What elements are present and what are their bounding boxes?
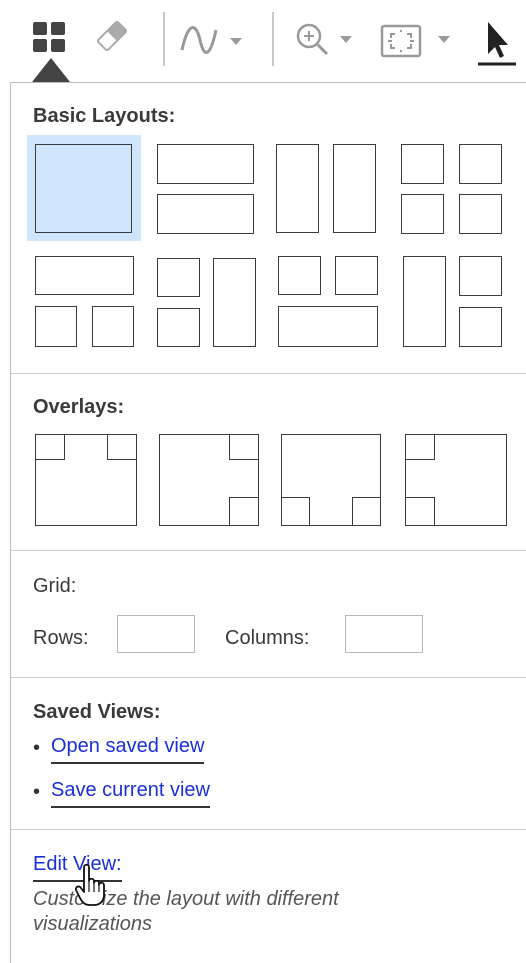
overlay-bottom-corners[interactable] [277,429,385,527]
list-bullet: • [33,737,41,759]
rows-label: Rows: [33,627,89,649]
overlay-inset [405,497,435,526]
fit-view-button[interactable] [378,14,458,66]
layout-top-two-bottom-wide[interactable] [273,251,385,353]
overlay-top-corners[interactable] [31,429,139,527]
section-divider [11,829,526,830]
section-divider [11,373,526,374]
waveform-button[interactable] [178,14,260,66]
eraser-button[interactable] [92,16,132,56]
layout-cell [35,256,134,295]
layout-cell [157,258,200,297]
select-arrow-icon [478,22,516,66]
columns-label: Columns: [225,627,310,649]
layout-cell [157,308,200,347]
layout-cell [333,144,376,233]
overlay-inset [229,434,259,460]
saved-views-heading: Saved Views: [33,701,161,723]
select-button[interactable] [476,16,518,66]
zoom-in-icon [296,23,329,56]
overlay-inset [35,434,65,460]
layout-cell [278,256,321,295]
layout-two-rows[interactable] [151,135,261,241]
layout-cell [403,256,446,347]
rows-input[interactable] [117,615,195,653]
eraser-icon [96,20,128,52]
chevron-down-icon [230,38,242,45]
section-divider [11,677,526,678]
layout-left-tall-right-two[interactable] [397,251,509,353]
overlay-inset [229,497,259,526]
layout-cell [35,144,132,233]
overlay-left-corners[interactable] [401,429,509,527]
layout-dropdown-panel: Basic Layouts: Overlays: Grid: Rows: Col… [10,82,526,963]
overlay-inset [405,434,435,460]
toolbar [0,0,526,82]
layout-cell [459,144,502,184]
open-saved-view-link[interactable]: Open saved view [51,735,205,764]
overlays-heading: Overlays: [33,396,125,418]
layout-icon [33,22,65,52]
layout-cell [276,144,319,233]
layout-cell [459,256,502,296]
layout-single[interactable] [27,135,141,241]
layout-cell [92,306,134,347]
layout-cell [157,194,254,234]
layout-cell [213,258,256,347]
grid-heading: Grid: [33,575,77,597]
layout-cell [401,194,444,234]
layout-left-two-right-tall[interactable] [151,251,263,353]
toolbar-separator [272,12,274,66]
layout-cell [335,256,378,295]
save-current-view-link[interactable]: Save current view [51,779,210,808]
chevron-down-icon [340,36,352,43]
dropdown-pointer [32,58,70,82]
overlay-right-corners[interactable] [155,429,263,527]
layout-cell [459,194,502,234]
hand-pointer-cursor-icon [75,863,105,906]
layout-top-wide-bottom-two[interactable] [27,251,141,353]
layout-cell [35,306,77,347]
layout-cell [401,144,444,184]
toolbar-separator [163,12,165,66]
zoom-button[interactable] [294,14,364,66]
layout-cell [459,307,502,347]
waveform-icon [180,26,218,54]
columns-input[interactable] [345,615,423,653]
basic-layouts-heading: Basic Layouts: [33,105,176,127]
overlay-inset [281,497,310,526]
chevron-down-icon [438,36,450,43]
layout-cell [157,144,254,184]
overlay-inset [107,434,137,460]
fit-view-icon [380,24,422,58]
list-bullet: • [33,781,41,803]
section-divider [11,550,526,551]
layout-cell [278,306,378,347]
overlay-inset [352,497,381,526]
layout-two-columns[interactable] [273,135,381,241]
layout-grid-2x2[interactable] [397,135,509,241]
layout-button[interactable] [28,12,74,82]
